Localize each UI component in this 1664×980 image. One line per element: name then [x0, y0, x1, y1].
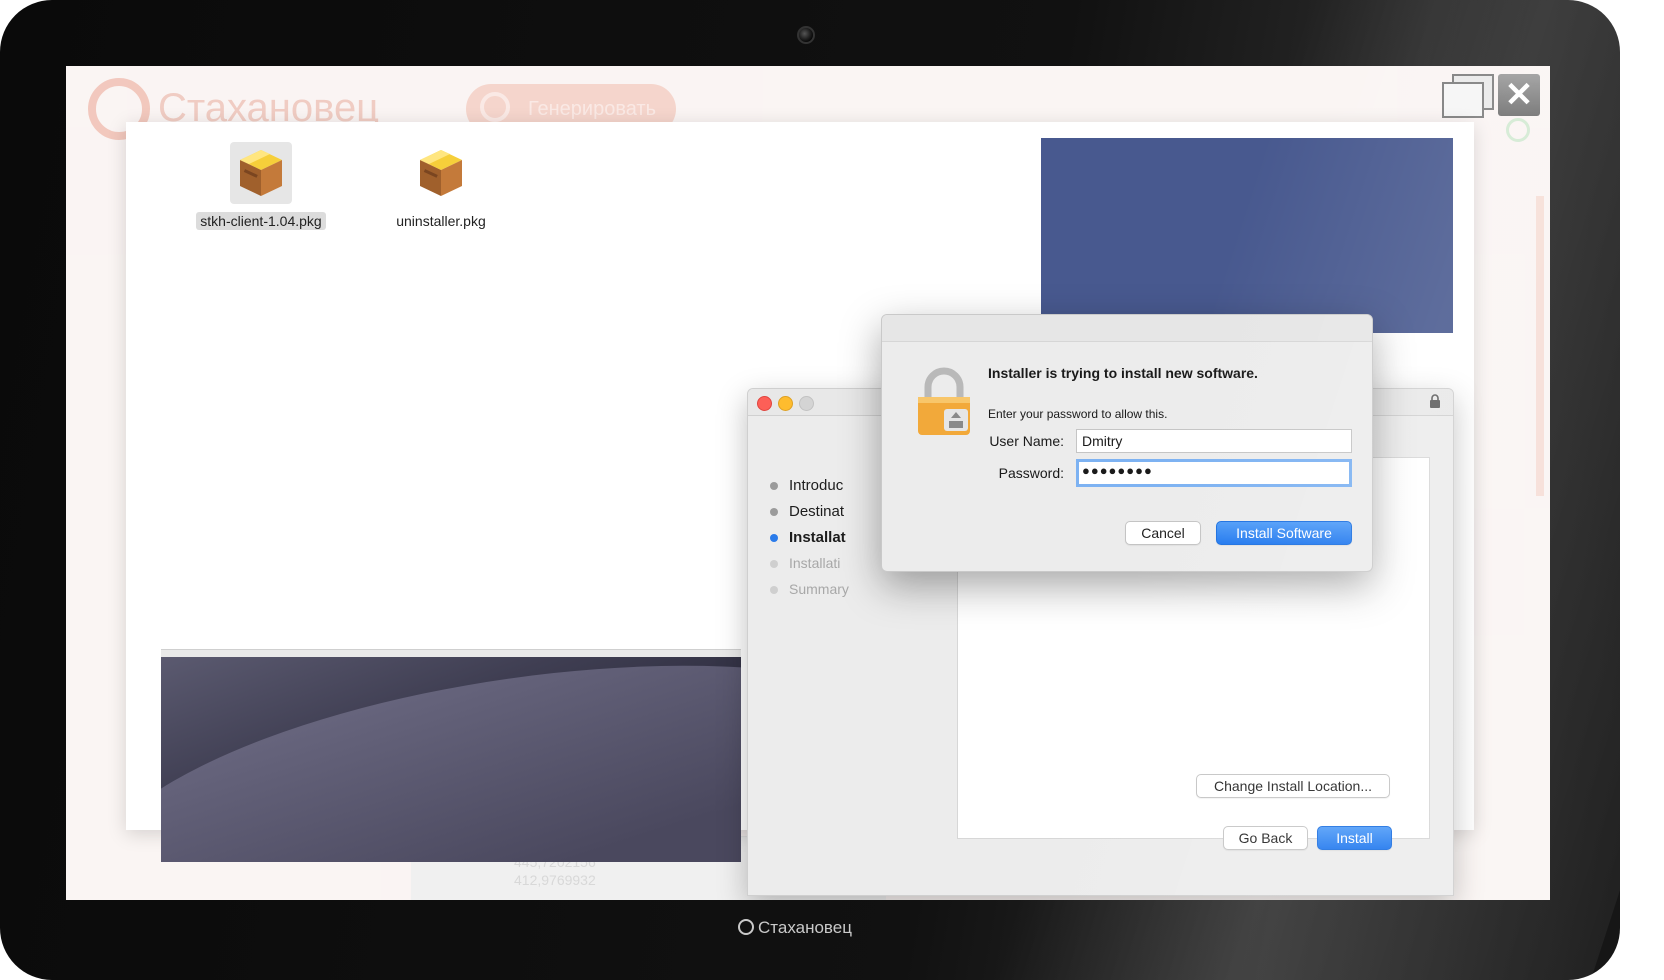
package-icon	[230, 142, 292, 204]
close-icon: ✕	[1504, 76, 1534, 114]
auth-headline: Installer is trying to install new softw…	[988, 365, 1258, 381]
auth-subtext: Enter your password to allow this.	[988, 407, 1168, 421]
step-label: Installat	[789, 529, 846, 546]
file-item[interactable]: stkh-client-1.04.pkg	[186, 142, 336, 231]
auth-dialog: Installer is trying to install new softw…	[881, 314, 1373, 572]
camera-icon	[797, 26, 815, 44]
step-installation: Installati	[770, 555, 840, 571]
lock-icon[interactable]	[1429, 394, 1441, 408]
step-label: Introduc	[789, 477, 844, 494]
close-viewer-button[interactable]: ✕	[1498, 74, 1540, 116]
step-dot	[770, 560, 778, 569]
status-icon	[1506, 118, 1530, 142]
step-summary: Summary	[770, 581, 849, 597]
device-frame: Стахановец Генерировать 445,7202156 412,…	[0, 0, 1620, 980]
install-button[interactable]: Install	[1317, 826, 1392, 850]
change-install-location-button[interactable]: Change Install Location...	[1196, 774, 1390, 798]
step-dot	[770, 586, 778, 595]
side-accent	[1536, 196, 1544, 496]
step-destination: Destinat	[770, 503, 844, 520]
auth-dialog-titlebar	[882, 315, 1372, 342]
device-brand-label: Стахановец	[758, 918, 852, 937]
package-icon	[410, 142, 472, 204]
window-zoom-button[interactable]	[799, 396, 814, 411]
step-introduction: Introduc	[770, 477, 843, 494]
restore-window-button[interactable]	[1442, 74, 1494, 118]
screen: Стахановец Генерировать 445,7202156 412,…	[66, 66, 1550, 900]
install-software-button[interactable]: Install Software	[1216, 521, 1352, 545]
desktop-wallpaper	[1041, 138, 1453, 333]
desktop-wallpaper	[161, 657, 741, 862]
step-dot	[770, 534, 778, 543]
number-value: 412,9769932	[514, 872, 596, 888]
window-minimize-button[interactable]	[778, 396, 793, 411]
step-dot	[770, 482, 778, 491]
device-brand: Стахановец	[738, 918, 852, 938]
window-close-button[interactable]	[757, 396, 772, 411]
refresh-icon	[480, 92, 510, 122]
padlock-icon	[914, 365, 974, 437]
step-label: Destinat	[789, 503, 845, 520]
cancel-button[interactable]: Cancel	[1125, 521, 1201, 545]
go-back-button[interactable]: Go Back	[1223, 826, 1308, 850]
restore-icon	[1442, 82, 1484, 118]
step-label: Installati	[789, 555, 841, 571]
step-installation-type: Installat	[770, 529, 846, 546]
username-label: User Name:	[989, 433, 1064, 449]
file-item[interactable]: uninstaller.pkg	[366, 142, 516, 231]
username-field[interactable]: Dmitry	[1076, 429, 1352, 453]
file-name: stkh-client-1.04.pkg	[196, 212, 326, 230]
file-name: uninstaller.pkg	[396, 213, 486, 229]
brand-logo-icon	[738, 919, 754, 935]
password-label: Password:	[998, 465, 1064, 481]
generate-button-label: Генерировать	[528, 98, 656, 120]
step-dot	[770, 508, 778, 517]
step-label: Summary	[789, 581, 849, 597]
password-field[interactable]: ●●●●●●●●	[1076, 459, 1352, 487]
